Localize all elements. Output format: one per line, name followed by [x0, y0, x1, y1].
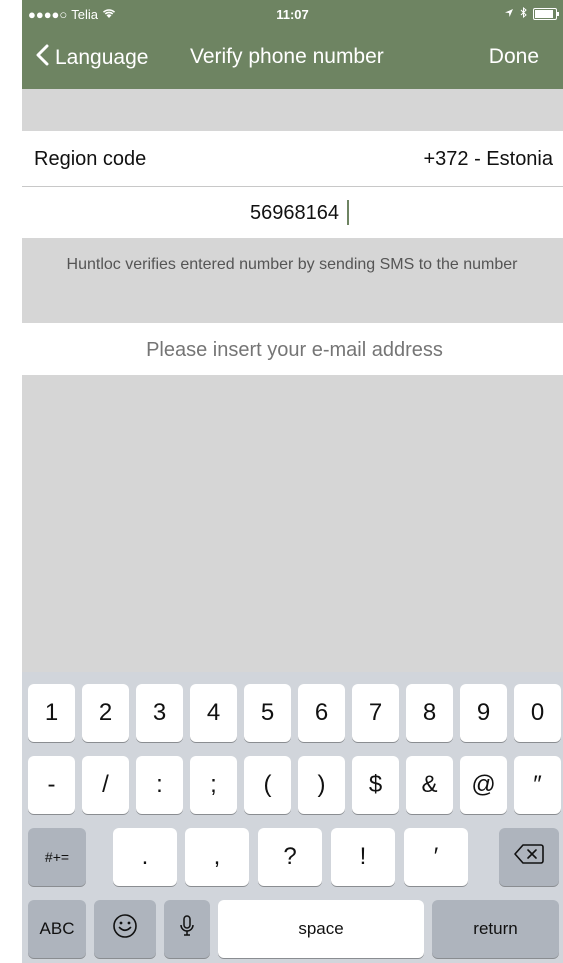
dictation-key[interactable] [164, 900, 210, 958]
key-close-paren[interactable]: ) [298, 756, 345, 814]
key-question[interactable]: ? [258, 828, 322, 886]
key-at[interactable]: @ [460, 756, 507, 814]
key-ampersand[interactable]: & [406, 756, 453, 814]
screen: ●●●●○ Telia 11:07 Language Verify phone … [22, 0, 563, 963]
key-7[interactable]: 7 [352, 684, 399, 742]
email-row [22, 323, 563, 377]
email-input[interactable] [22, 323, 563, 377]
key-abc[interactable]: ABC [28, 900, 86, 958]
back-button[interactable]: Language [36, 44, 148, 72]
navigation-bar: ●●●●○ Telia 11:07 Language Verify phone … [22, 0, 563, 89]
region-code-label: Region code [34, 148, 147, 170]
phone-number-row [22, 187, 563, 240]
keyboard: 1 2 3 4 5 6 7 8 9 0 - / : ; ( ) $ & @ ″ … [22, 672, 563, 963]
verification-info-text: Huntloc verifies entered number by sendi… [66, 256, 518, 273]
key-dollar[interactable]: $ [352, 756, 399, 814]
status-right [504, 6, 559, 21]
return-key[interactable]: return [432, 900, 559, 958]
backspace-key[interactable] [499, 828, 559, 886]
location-arrow-icon [504, 6, 514, 21]
region-code-value: +372 - Estonia [423, 148, 553, 170]
key-double-quote[interactable]: ″ [514, 756, 561, 814]
bluetooth-icon [520, 6, 527, 21]
key-hyphen[interactable]: - [28, 756, 75, 814]
key-2[interactable]: 2 [82, 684, 129, 742]
key-open-paren[interactable]: ( [244, 756, 291, 814]
phone-number-input[interactable] [22, 187, 563, 240]
key-period[interactable]: . [113, 828, 177, 886]
emoji-icon [112, 913, 138, 946]
space-key[interactable]: space [218, 900, 424, 958]
done-button[interactable]: Done [489, 45, 539, 69]
key-slash[interactable]: / [82, 756, 129, 814]
key-4[interactable]: 4 [190, 684, 237, 742]
nav-row: Language Verify phone number Done [22, 44, 563, 78]
key-3[interactable]: 3 [136, 684, 183, 742]
key-5[interactable]: 5 [244, 684, 291, 742]
chevron-left-icon [36, 44, 49, 72]
text-caret [347, 200, 349, 225]
key-9[interactable]: 9 [460, 684, 507, 742]
region-code-row[interactable]: Region code +372 - Estonia [22, 131, 563, 187]
key-6[interactable]: 6 [298, 684, 345, 742]
status-bar: ●●●●○ Telia 11:07 [22, 0, 563, 30]
key-1[interactable]: 1 [28, 684, 75, 742]
key-apostrophe[interactable]: ′ [404, 828, 468, 886]
emoji-key[interactable] [94, 900, 156, 958]
backspace-icon [514, 843, 544, 872]
back-button-label: Language [55, 46, 149, 69]
status-time: 11:07 [276, 7, 309, 22]
key-semicolon[interactable]: ; [190, 756, 237, 814]
page-title: Verify phone number [190, 45, 384, 68]
key-exclamation[interactable]: ! [331, 828, 395, 886]
key-0[interactable]: 0 [514, 684, 561, 742]
microphone-icon [179, 914, 195, 945]
key-comma[interactable]: , [185, 828, 249, 886]
battery-icon [533, 7, 559, 20]
key-8[interactable]: 8 [406, 684, 453, 742]
key-more-symbols[interactable]: #+= [28, 828, 86, 886]
key-colon[interactable]: : [136, 756, 183, 814]
